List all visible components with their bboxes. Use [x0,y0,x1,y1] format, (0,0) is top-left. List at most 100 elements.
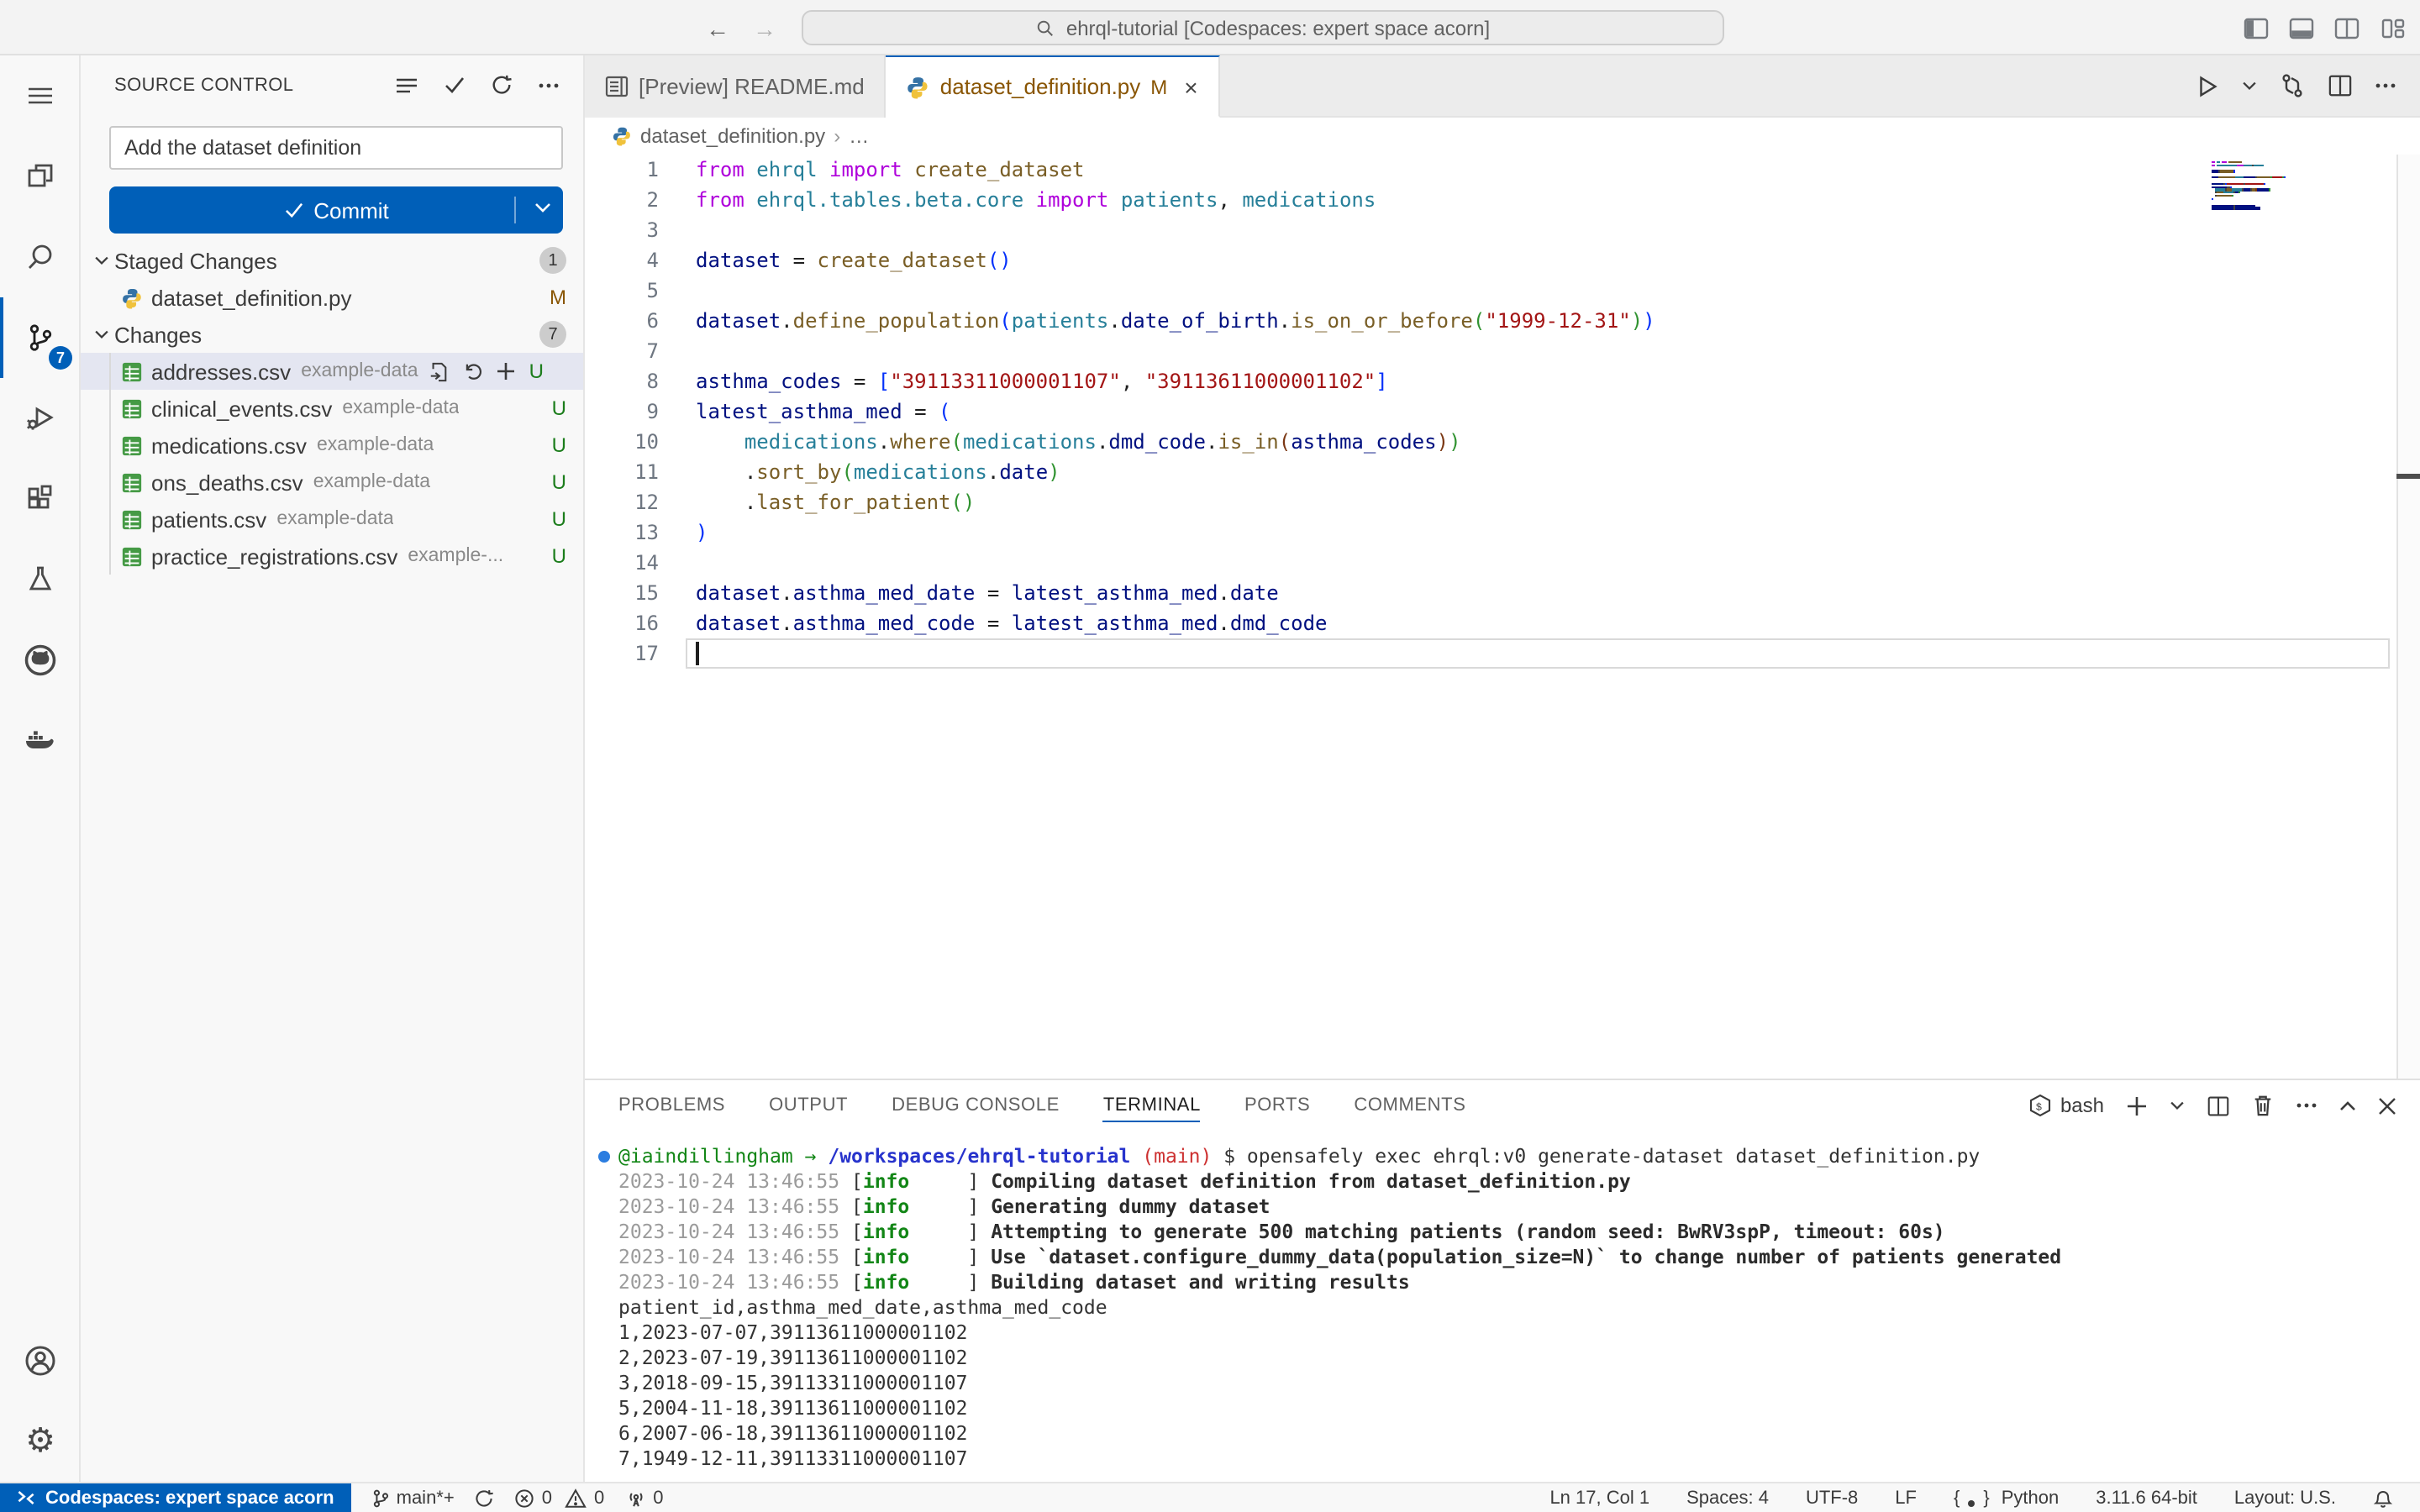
commit-button[interactable]: Commit [109,186,563,234]
customize-layout-icon[interactable] [2380,16,2407,39]
panel-tab-ports[interactable]: PORTS [1244,1080,1310,1131]
search-sidebar-icon[interactable] [0,217,81,297]
editor-more-actions-icon[interactable] [2375,82,2396,89]
keyboard-layout-item[interactable]: Layout: U.S. [2234,1488,2336,1508]
code-line[interactable]: 6 dataset.define_population(patients.date… [585,306,2420,336]
settings-gear-icon[interactable]: ⚙ [0,1401,81,1482]
command-decoration-dot[interactable] [598,1151,610,1163]
extensions-icon[interactable] [0,459,81,539]
more-actions-icon[interactable] [538,81,560,88]
scm-file-row[interactable]: clinical_events.csv example-data U [81,390,583,427]
source-control-icon[interactable]: 7 [0,297,81,378]
terminal-dropdown-chevron-icon[interactable] [2170,1100,2185,1110]
scm-file-row[interactable]: ons_deaths.csv example-data U [81,464,583,501]
code-line[interactable]: 10 medications.where(medications.dmd_cod… [585,427,2420,457]
menu-hamburger-icon[interactable] [0,55,81,136]
panel-tab-terminal[interactable]: TERMINAL [1102,1080,1201,1131]
eol-item[interactable]: LF [1895,1488,1917,1508]
panel-tab-comments[interactable]: COMMENTS [1354,1080,1465,1131]
problems-item[interactable]: 0 0 [515,1488,604,1508]
tab-readme-preview[interactable]: [Preview] README.md [585,55,886,118]
terminal-line: 2023-10-24 13:46:55 [info ] Attempting t… [618,1220,1945,1243]
terminal-shell-item[interactable]: $ bash [2028,1094,2104,1117]
commit-check-icon[interactable] [444,76,466,94]
code-line[interactable]: 15 dataset.asthma_med_date = latest_asthm… [585,578,2420,608]
code-line[interactable]: 13) [585,517,2420,548]
split-editor-layout-icon[interactable] [2334,16,2361,39]
language-status-dot [1968,1499,1975,1506]
split-terminal-icon[interactable] [2207,1095,2230,1116]
account-icon[interactable] [0,1320,81,1401]
close-panel-icon[interactable] [2378,1096,2396,1115]
branch-item[interactable]: main*+ [371,1488,455,1508]
split-editor-icon[interactable] [2328,74,2353,97]
panel-tab-debug-console[interactable]: DEBUG CONSOLE [892,1080,1060,1131]
notifications-bell-item[interactable] [2373,1487,2393,1509]
sync-changes-item[interactable] [475,1488,495,1508]
maximize-panel-chevron-icon[interactable] [2339,1100,2356,1111]
code-line[interactable]: 3 [585,215,2420,245]
encoding-item[interactable]: UTF-8 [1806,1488,1858,1508]
code-line[interactable]: 9 latest_asthma_med = ( [585,396,2420,427]
commit-dropdown-chevron-icon[interactable] [534,202,551,213]
code-text: ) [696,521,708,544]
code-line[interactable]: 2 from ehrql.tables.beta.core import pati… [585,185,2420,215]
scm-file-row[interactable]: dataset_definition.py M [81,279,583,316]
panel-tab-output[interactable]: OUTPUT [769,1080,848,1131]
tab-close-icon[interactable]: × [1184,73,1197,100]
code-line[interactable]: 17 [585,638,2420,669]
kill-terminal-trash-icon[interactable] [2252,1094,2274,1117]
tab-dataset-definition[interactable]: dataset_definition.py M × [886,55,1220,118]
line-number: 14 [634,551,659,575]
cursor-position-item[interactable]: Ln 17, Col 1 [1549,1488,1649,1508]
code-line[interactable]: 8 asthma_codes = ["39113311000001107", "3… [585,366,2420,396]
panel-more-actions-icon[interactable] [2296,1102,2317,1109]
scm-group-header[interactable]: Staged Changes 1 [81,242,583,279]
nav-forward-icon[interactable]: → [753,14,776,41]
docker-icon[interactable] [0,701,81,781]
code-line[interactable]: 1 from ehrql import create_dataset [585,155,2420,185]
code-line[interactable]: 14 [585,548,2420,578]
scm-file-row[interactable]: patients.csv example-data U [81,501,583,538]
indentation-item[interactable]: Spaces: 4 [1686,1488,1769,1508]
open-file-icon[interactable] [429,360,449,382]
code-line[interactable]: 5 [585,276,2420,306]
terminal-bash-icon: $ [2028,1094,2052,1117]
nav-back-icon[interactable]: ← [706,14,729,41]
new-terminal-icon[interactable] [2126,1095,2148,1116]
view-as-list-icon[interactable] [395,75,418,95]
testing-icon[interactable] [0,539,81,620]
forwarded-ports-item[interactable]: 0 [624,1488,663,1508]
scm-group-header[interactable]: Changes 7 [81,316,583,353]
open-changes-icon[interactable] [2279,72,2306,99]
code-line[interactable]: 12 .last_for_patient() [585,487,2420,517]
terminal-output[interactable]: @iaindillingham → /workspaces/ehrql-tuto… [585,1131,2420,1482]
command-center-search[interactable]: ehrql-tutorial [Codespaces: expert space… [802,10,1724,45]
breadcrumb[interactable]: dataset_definition.py › … [585,118,2420,155]
run-python-file-icon[interactable] [2195,73,2220,98]
toggle-sidebar-icon[interactable] [2244,16,2270,39]
toggle-panel-icon[interactable] [2289,16,2316,39]
run-dropdown-chevron-icon[interactable] [2242,81,2257,91]
panel-tab-problems[interactable]: PROBLEMS [618,1080,725,1131]
stage-changes-icon[interactable] [496,360,516,382]
python-interpreter-item[interactable]: 3.11.6 64-bit [2096,1488,2197,1508]
code-line[interactable]: 4 dataset = create_dataset() [585,245,2420,276]
discard-changes-icon[interactable] [462,360,482,382]
scm-file-row[interactable]: practice_registrations.csv example-... U [81,538,583,575]
refresh-icon[interactable] [491,74,513,96]
code-line[interactable]: 16 dataset.asthma_med_code = latest_asthm… [585,608,2420,638]
code-editor[interactable]: 1 from ehrql import create_dataset 2 from e… [585,155,2420,1079]
scm-file-row[interactable]: medications.csv example-data U [81,427,583,464]
run-debug-icon[interactable] [0,378,81,459]
code-line[interactable]: 11 .sort_by(medications.date) [585,457,2420,487]
remote-indicator[interactable]: Codespaces: expert space acorn [0,1483,351,1512]
scm-file-row[interactable]: addresses.csv example-data U [81,353,583,390]
overview-ruler[interactable] [2396,155,2420,1079]
minimap[interactable] [2212,161,2306,213]
explorer-icon[interactable] [0,136,81,217]
language-mode-item[interactable]: { } Python [1954,1488,2059,1508]
commit-message-input[interactable] [109,126,563,170]
code-line[interactable]: 7 [585,336,2420,366]
github-icon[interactable] [0,620,81,701]
